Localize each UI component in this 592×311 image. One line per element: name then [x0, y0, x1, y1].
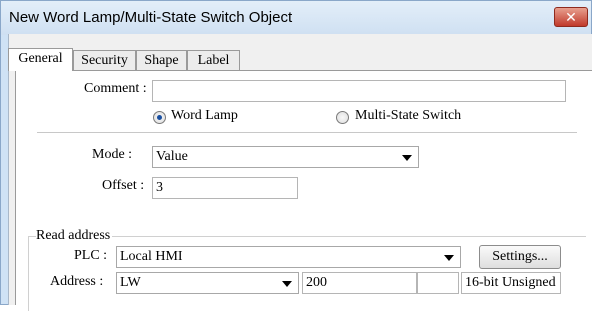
plc-value: Local HMI: [120, 249, 183, 264]
data-format-display[interactable]: 16-bit Unsigned: [461, 272, 561, 294]
window-title: New Word Lamp/Multi-State Switch Object: [9, 9, 293, 26]
close-button[interactable]: ✕: [554, 7, 588, 27]
word-lamp-label[interactable]: Word Lamp: [171, 108, 238, 124]
plc-label: PLC :: [74, 248, 108, 263]
comment-label: Comment :: [84, 81, 147, 96]
radio-selected-dot: [157, 115, 162, 120]
mode-value: Value: [156, 149, 188, 164]
title-bar[interactable]: New Word Lamp/Multi-State Switch Object …: [1, 1, 591, 35]
comment-input[interactable]: [152, 80, 566, 102]
tab-label[interactable]: Label: [187, 50, 240, 70]
tab-general[interactable]: General: [8, 48, 73, 71]
multi-state-switch-label[interactable]: Multi-State Switch: [355, 108, 461, 124]
settings-button[interactable]: Settings...: [479, 245, 561, 269]
mode-label: Mode :: [92, 147, 133, 162]
device-type-value: LW: [120, 275, 141, 290]
separator: [37, 132, 577, 133]
chevron-down-icon: [282, 281, 292, 287]
read-address-group-label: Read address: [36, 228, 113, 244]
offset-input[interactable]: 3: [152, 177, 298, 199]
address-input[interactable]: 200: [302, 272, 417, 294]
chevron-down-icon: [402, 155, 412, 161]
close-icon: ✕: [565, 10, 577, 26]
mode-dropdown[interactable]: Value: [152, 146, 419, 168]
word-lamp-radio[interactable]: [153, 111, 166, 124]
address-label: Address :: [50, 274, 104, 289]
offset-label: Offset :: [102, 178, 145, 193]
plc-dropdown[interactable]: Local HMI: [116, 246, 461, 268]
address-index-input[interactable]: [417, 272, 459, 294]
chevron-down-icon: [444, 255, 454, 261]
multi-state-switch-radio[interactable]: [336, 111, 349, 124]
tab-security[interactable]: Security: [73, 50, 136, 70]
device-type-dropdown[interactable]: LW: [116, 272, 299, 294]
general-tab-page: Comment : Word Lamp Multi-State Switch M…: [15, 70, 592, 311]
tab-shape[interactable]: Shape: [136, 50, 187, 70]
